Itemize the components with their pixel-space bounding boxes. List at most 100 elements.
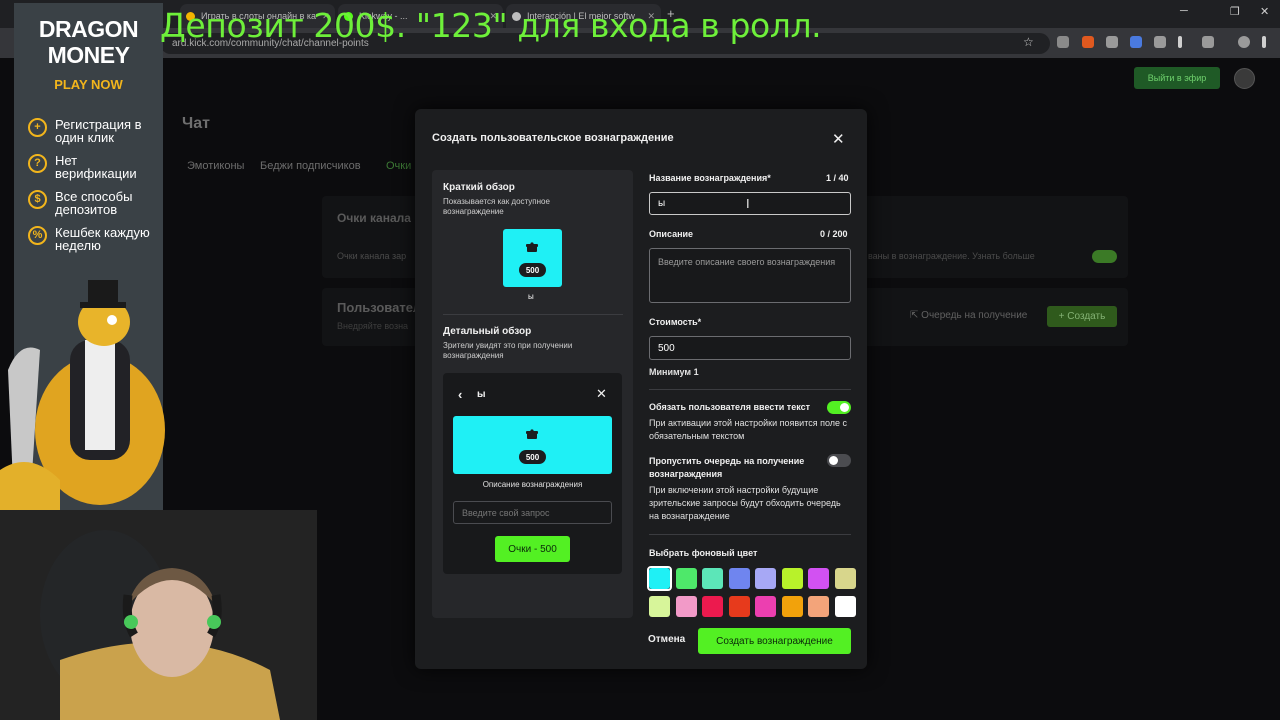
custom-rewards-card-subtitle: Внедряйте возна — [337, 321, 409, 331]
extension-icon[interactable] — [1178, 36, 1182, 48]
dragon-mascot-illustration — [0, 280, 165, 510]
reward-icon — [526, 429, 538, 439]
promo-item: $ Все способы депозитов — [28, 190, 158, 216]
color-swatch[interactable] — [702, 596, 723, 617]
color-swatch[interactable] — [755, 596, 776, 617]
window-close-icon[interactable]: ✕ — [1260, 5, 1269, 18]
extension-icon[interactable] — [1130, 36, 1142, 48]
promo-item-text: Кешбек каждую неделю — [55, 225, 150, 253]
color-swatch[interactable] — [834, 596, 856, 617]
detail-preview-input — [453, 501, 612, 524]
description-input[interactable] — [649, 248, 851, 303]
detail-preview-name: ы — [477, 389, 486, 400]
require-text-description: При активации этой настройки появится по… — [649, 418, 848, 441]
cost-input[interactable] — [649, 336, 851, 360]
detail-preview-redeem-button: Очки - 500 — [495, 536, 570, 562]
skip-queue-toggle[interactable] — [827, 454, 851, 467]
promo-item-text: Все способы депозитов — [55, 189, 133, 217]
dialog-title: Создать пользовательское вознаграждение — [432, 132, 674, 144]
close-icon: ✕ — [596, 386, 607, 401]
extension-icon[interactable] — [1057, 36, 1069, 48]
promo-brand-line1: DRAGON — [38, 16, 139, 42]
plus-icon: + — [28, 118, 47, 137]
color-swatch[interactable] — [649, 568, 670, 589]
detail-preview-title: Детальный обзор — [443, 326, 532, 337]
color-swatch[interactable] — [702, 568, 723, 589]
background-color-label: Выбрать фоновый цвет — [649, 548, 758, 558]
user-avatar[interactable] — [1234, 68, 1255, 89]
promo-item: % Кешбек каждую неделю — [28, 226, 158, 252]
divider — [649, 389, 851, 390]
cost-hint: Минимум 1 — [649, 367, 699, 377]
color-swatch[interactable] — [781, 568, 803, 589]
color-swatch[interactable] — [675, 596, 697, 617]
create-reward-label: Создать — [1067, 311, 1106, 322]
go-live-label: Выйти в эфир — [1147, 73, 1207, 83]
go-live-button[interactable]: Выйти в эфир — [1134, 67, 1220, 89]
extension-icon[interactable] — [1154, 36, 1166, 48]
extension-icon[interactable] — [1082, 36, 1094, 48]
tab-emotes[interactable]: Эмотиконы — [187, 160, 244, 172]
toggle-knob — [840, 403, 849, 412]
maximize-icon[interactable]: ❐ — [1230, 5, 1240, 18]
plus-icon: + — [1058, 311, 1068, 322]
text-cursor-icon: I — [746, 196, 750, 211]
percent-icon: % — [28, 226, 47, 245]
detail-preview-subtitle: Зрители увидят это при получении вознагр… — [443, 341, 573, 360]
short-preview-tile: 500 — [503, 229, 562, 287]
require-text-title: Обязать пользователя ввести текст — [649, 402, 810, 412]
color-swatch[interactable] — [808, 596, 829, 617]
browser-menu-icon[interactable] — [1262, 36, 1266, 48]
channel-points-toggle[interactable] — [1092, 250, 1117, 263]
promo-item-text: Регистрация в один клик — [55, 117, 142, 145]
promo-item-text: Нет верификации — [55, 153, 137, 181]
promo-item: ? Нет верификации — [28, 154, 158, 180]
short-preview-name: ы — [528, 292, 534, 301]
reward-name-counter: 1 / 40 — [826, 173, 849, 183]
short-preview-title: Краткий обзор — [443, 182, 515, 193]
dollar-icon: $ — [28, 190, 47, 209]
color-swatch[interactable] — [675, 568, 697, 589]
promo-item: + Регистрация в один клик — [28, 118, 158, 144]
bookmark-star-icon[interactable]: ☆ — [1023, 35, 1034, 49]
color-swatch[interactable] — [781, 596, 803, 617]
create-reward-button[interactable]: + Создать — [1047, 306, 1117, 327]
tab-subscriber-badges[interactable]: Беджи подписчиков — [260, 160, 361, 172]
close-icon[interactable]: ✕ — [832, 130, 845, 148]
detail-preview-tile: 500 — [453, 416, 612, 474]
redemption-queue-link[interactable]: ⇱ Очередь на получение — [910, 310, 1027, 321]
create-reward-submit-button[interactable]: Создать вознаграждение — [698, 628, 851, 654]
description-counter: 0 / 200 — [820, 229, 848, 239]
question-icon: ? — [28, 154, 47, 173]
cost-pill: 500 — [519, 450, 546, 464]
description-label: Описание — [649, 229, 694, 239]
color-swatch[interactable] — [834, 568, 856, 589]
divider — [649, 534, 851, 535]
channel-points-card-title: Очки канала — [337, 211, 411, 225]
color-swatch[interactable] — [649, 596, 670, 617]
skip-queue-title: Пропустить очередь на получение вознагра… — [649, 456, 805, 479]
toggle-knob — [829, 456, 838, 465]
tab-channel-points[interactable]: Очки — [386, 160, 411, 172]
promo-brand-line2: MONEY — [47, 42, 130, 68]
page-title: Чат — [182, 115, 210, 132]
promo-cta: PLAY NOW — [54, 77, 123, 92]
profile-icon[interactable] — [1238, 36, 1250, 48]
minimize-icon[interactable]: ─ — [1180, 5, 1188, 17]
cost-label: Стоимость* — [649, 317, 702, 327]
detail-preview-description: Описание вознаграждения — [482, 480, 583, 489]
queue-icon: ⇱ — [910, 310, 922, 321]
color-swatch[interactable] — [755, 568, 776, 589]
extensions-puzzle-icon[interactable] — [1202, 36, 1214, 48]
short-preview-subtitle: Показывается как доступное вознаграждени… — [443, 197, 550, 216]
color-swatch[interactable] — [728, 568, 750, 589]
color-swatch[interactable] — [728, 596, 750, 617]
require-text-toggle[interactable] — [827, 401, 851, 414]
reward-name-input[interactable] — [649, 192, 851, 215]
channel-points-card-text-right: ваны в вознаграждение. Узнать больше — [868, 251, 1035, 261]
extension-icon[interactable] — [1106, 36, 1118, 48]
custom-rewards-card-title: Пользовател — [337, 300, 422, 315]
color-swatch[interactable] — [808, 568, 829, 589]
divider — [443, 314, 623, 315]
cancel-button[interactable]: Отмена — [648, 634, 685, 645]
